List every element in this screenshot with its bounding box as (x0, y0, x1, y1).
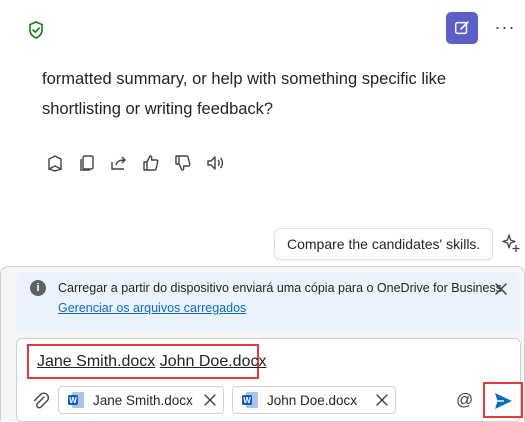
mention-button[interactable]: @ (456, 390, 473, 410)
message-input[interactable]: Jane Smith.docx John Doe.docx (37, 353, 266, 371)
more-options-button[interactable]: ··· (494, 18, 516, 40)
input-file-reference: John Doe.docx (159, 353, 267, 370)
svg-text:W: W (243, 396, 251, 405)
svg-text:W: W (69, 396, 77, 405)
word-doc-icon: W (242, 392, 258, 408)
notebook-icon[interactable] (44, 152, 66, 174)
share-icon[interactable] (108, 152, 130, 174)
speaker-icon[interactable] (204, 152, 226, 174)
message-line: shortlisting or writing feedback? (42, 100, 274, 118)
info-icon: i (30, 280, 46, 296)
shield-check-icon (26, 20, 46, 40)
thumbs-down-icon[interactable] (172, 152, 194, 174)
send-icon[interactable] (492, 390, 514, 412)
input-file-reference: Jane Smith.docx (37, 353, 156, 370)
word-doc-icon: W (68, 392, 84, 408)
copy-icon[interactable] (76, 152, 98, 174)
compose-icon (454, 21, 469, 35)
message-line: formatted summary, or help with somethin… (42, 70, 447, 88)
attachment-name: Jane Smith.docx (93, 392, 193, 408)
paperclip-icon[interactable] (30, 390, 50, 412)
suggestion-chip[interactable]: Compare the candidates' skills. (274, 228, 494, 260)
attachment-chip[interactable]: W Jane Smith.docx (58, 386, 224, 414)
attachment-name: John Doe.docx (267, 392, 358, 408)
attachment-chip[interactable]: W John Doe.docx (232, 386, 396, 414)
remove-attachment-icon[interactable] (203, 393, 217, 407)
close-icon[interactable] (493, 281, 509, 297)
manage-uploads-link[interactable]: Gerenciar os arquivos carregados (58, 301, 246, 315)
sparkle-prompt-icon[interactable] (500, 232, 522, 254)
message-actions (44, 152, 226, 174)
notice-text: Carregar a partir do dispositivo enviará… (58, 281, 506, 295)
thumbs-up-icon[interactable] (140, 152, 162, 174)
new-chat-button[interactable] (446, 12, 478, 44)
remove-attachment-icon[interactable] (375, 393, 389, 407)
